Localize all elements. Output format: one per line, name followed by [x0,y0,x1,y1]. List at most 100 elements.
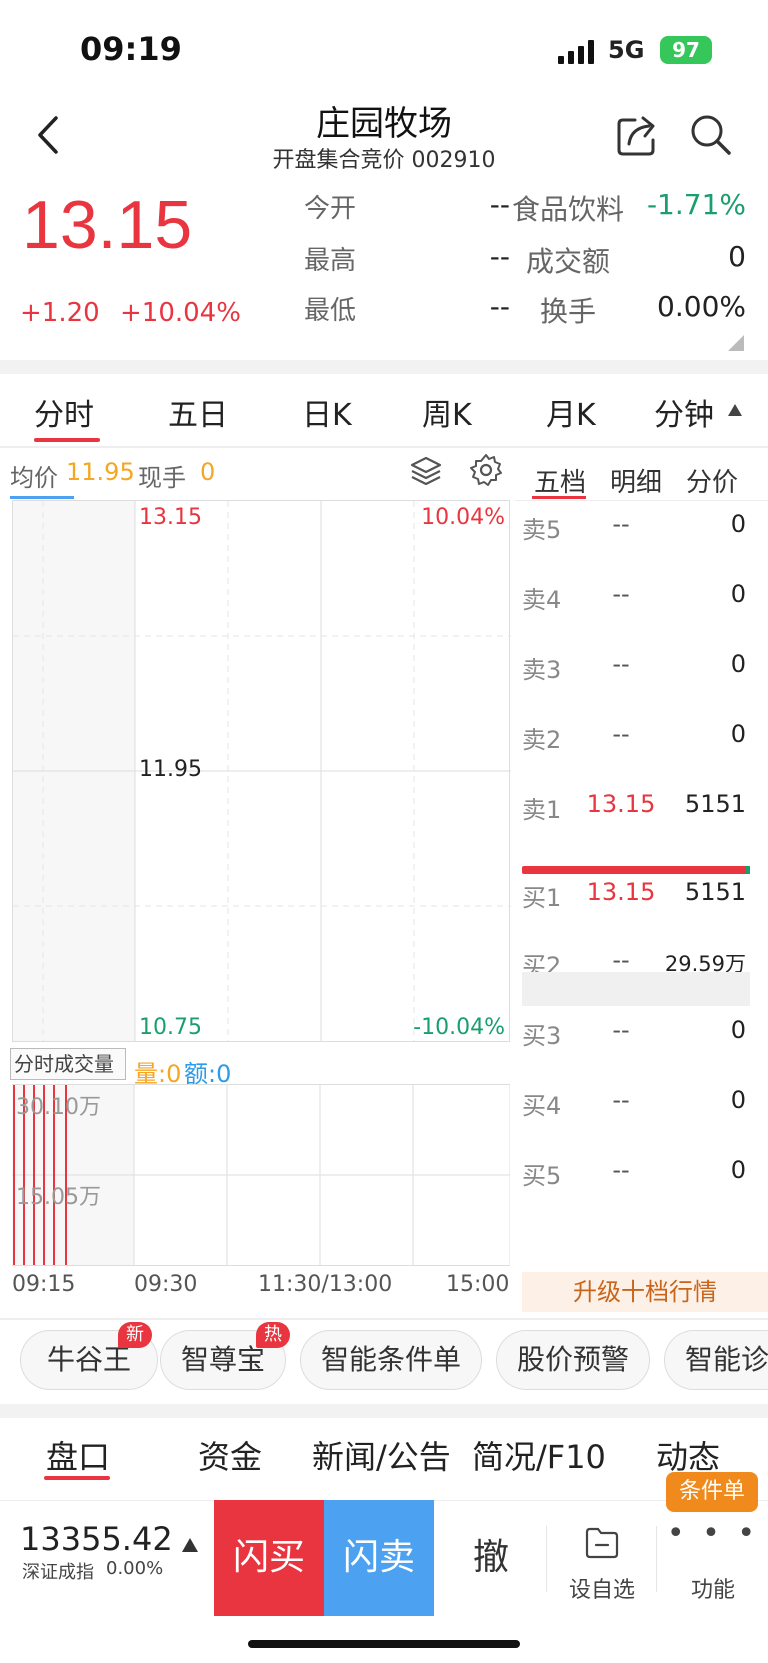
add-watchlist-label: 设自选 [568,1578,635,1603]
time-tick-1500: 15:00 [446,1272,510,1297]
tool-smart-condition-order[interactable]: 智能条件单 [300,1330,482,1390]
tab-daily-k[interactable]: 日K [302,390,352,434]
orderbook-level-label: 买1 [522,884,562,912]
sell-ratio-segment [746,866,750,874]
open-value: -- [489,188,510,221]
avg-line-indicator [10,496,74,499]
orderbook-level-volume: 5151 [684,878,746,906]
intraday-price-chart[interactable]: 13.15 11.95 10.75 10.04% -10.04% [12,500,511,1042]
orderbook-level-volume: 0 [730,1086,746,1114]
layers-icon[interactable] [408,454,444,490]
price-change-pct: +10.04% [120,298,241,328]
time-tick-midday: 11:30/13:00 [258,1272,393,1297]
stock-header: 庄园牧场 开盘集合竞价 002910 [0,90,768,180]
index-pct: 0.00% [106,1558,164,1579]
tab-intraday[interactable]: 分时 [34,390,94,434]
turnover-value: 0 [728,240,746,273]
signal-icon [558,40,594,64]
upgrade-ten-levels-button[interactable]: 升级十档行情 [522,1272,768,1312]
buy-sell-ratio-bar [522,866,750,874]
volume-selector[interactable]: 分时成交量 ▾ [10,1048,126,1104]
volume-chart[interactable]: 30.10万 15.05万 [12,1084,510,1266]
functions-label: 功能 [690,1578,735,1603]
chart-divider [0,1318,768,1320]
tab-news[interactable]: 新闻/公告 [312,1432,451,1478]
tab-monthly-k[interactable]: 月K [546,390,596,434]
tab-divider [0,446,768,448]
expand-corner-icon[interactable] [728,335,744,351]
turnrate-label: 换手 [540,295,597,328]
folder-icon [585,1527,619,1559]
high-label: 最高 [304,246,357,276]
tab-five-levels[interactable]: 五档 [534,462,586,499]
time-tick-0915: 09:15 [12,1272,76,1297]
tool-smart-diagnosis[interactable]: 智能诊 [664,1330,768,1390]
time-tick-0930: 09:30 [134,1272,198,1297]
avg-price-label: 均价 [10,464,58,492]
hot-badge: 热 [256,1322,290,1348]
orderbook-level-volume: 0 [730,1156,746,1184]
orderbook-level-volume: 0 [730,510,746,538]
flash-sell-button[interactable]: 闪卖 [324,1500,434,1616]
orderbook-level-label: 卖3 [522,656,562,684]
bar-separator-2 [656,1526,657,1592]
triangle-up-icon [728,404,742,416]
price-change: +1.20 [20,298,100,328]
avg-price-value: 11.95 [66,458,135,486]
functions-button[interactable]: • • • 功能 [658,1500,768,1616]
sector-label[interactable]: 食品饮料 [512,188,624,228]
turnrate-value: 0.00% [657,290,746,323]
cancel-order-button[interactable]: 撤 [436,1500,546,1616]
tab-details[interactable]: 明细 [610,462,662,499]
orderbook-level-label: 买3 [522,1022,562,1050]
volume-axis-max: 30.10万 [16,1095,101,1120]
battery-icon: 97 [660,36,712,64]
price-axis-top: 13.15 [139,505,202,530]
active-tab-indicator [34,438,100,442]
condition-order-badge[interactable]: 条件单 [666,1472,758,1512]
flash-buy-button[interactable]: 闪买 [214,1500,324,1616]
orderbook-level-label: 卖5 [522,516,562,544]
index-value[interactable]: 13355.42 [20,1520,173,1558]
high-value: -- [489,240,510,273]
tab-market-depth[interactable]: 盘口 [46,1432,110,1478]
sector-value: -1.71% [646,188,746,221]
bottom-action-bar: 13355.42 深证成指 0.00% 闪买 闪卖 撤 设自选 • • • 功能… [0,1472,768,1630]
section-divider-2 [0,1404,768,1418]
new-badge: 新 [118,1322,152,1348]
tab-funds[interactable]: 资金 [198,1432,262,1478]
index-up-arrow-icon [182,1538,198,1552]
orderbook-tab-indicator [532,496,586,499]
open-label: 今开 [304,194,357,224]
status-bar: 09:19 5G 97 [0,0,768,100]
low-label: 最低 [304,296,357,326]
tab-profile-f10[interactable]: 简况/F10 [472,1432,606,1478]
turnover-label: 成交额 [526,245,611,278]
pct-axis-top: 10.04% [421,505,505,530]
orderbook-level-volume: 0 [730,720,746,748]
tab-five-day[interactable]: 五日 [168,390,228,434]
status-time: 09:19 [80,30,182,68]
orderbook-level-label: 买5 [522,1162,562,1190]
tab-minute[interactable]: 分钟 [654,390,714,434]
orderbook-level-volume: 5151 [684,790,746,818]
orderbook-level-label: 卖2 [522,726,562,754]
volume-selector-label: 分时成交量 [14,1052,114,1076]
home-indicator [248,1640,520,1648]
price-grid [13,501,511,1041]
share-icon[interactable] [615,112,661,158]
price-axis-bottom: 10.75 [139,1015,202,1040]
add-watchlist-button[interactable]: 设自选 [548,1500,656,1616]
cur-hand-label: 现手 [138,464,186,492]
tab-weekly-k[interactable]: 周K [422,390,472,434]
tab-price-dist[interactable]: 分价 [686,462,738,499]
settings-gear-icon[interactable] [468,452,504,488]
buy2-row-highlight [522,972,750,1006]
search-icon[interactable] [688,112,732,156]
tool-price-alert[interactable]: 股价预警 [496,1330,650,1390]
orderbook-level-volume: 0 [730,580,746,608]
orderbook-level-label: 卖4 [522,586,562,614]
orderbook-level-label: 买4 [522,1092,562,1120]
current-price: 13.15 [22,187,193,263]
index-name: 深证成指 [22,1562,94,1583]
